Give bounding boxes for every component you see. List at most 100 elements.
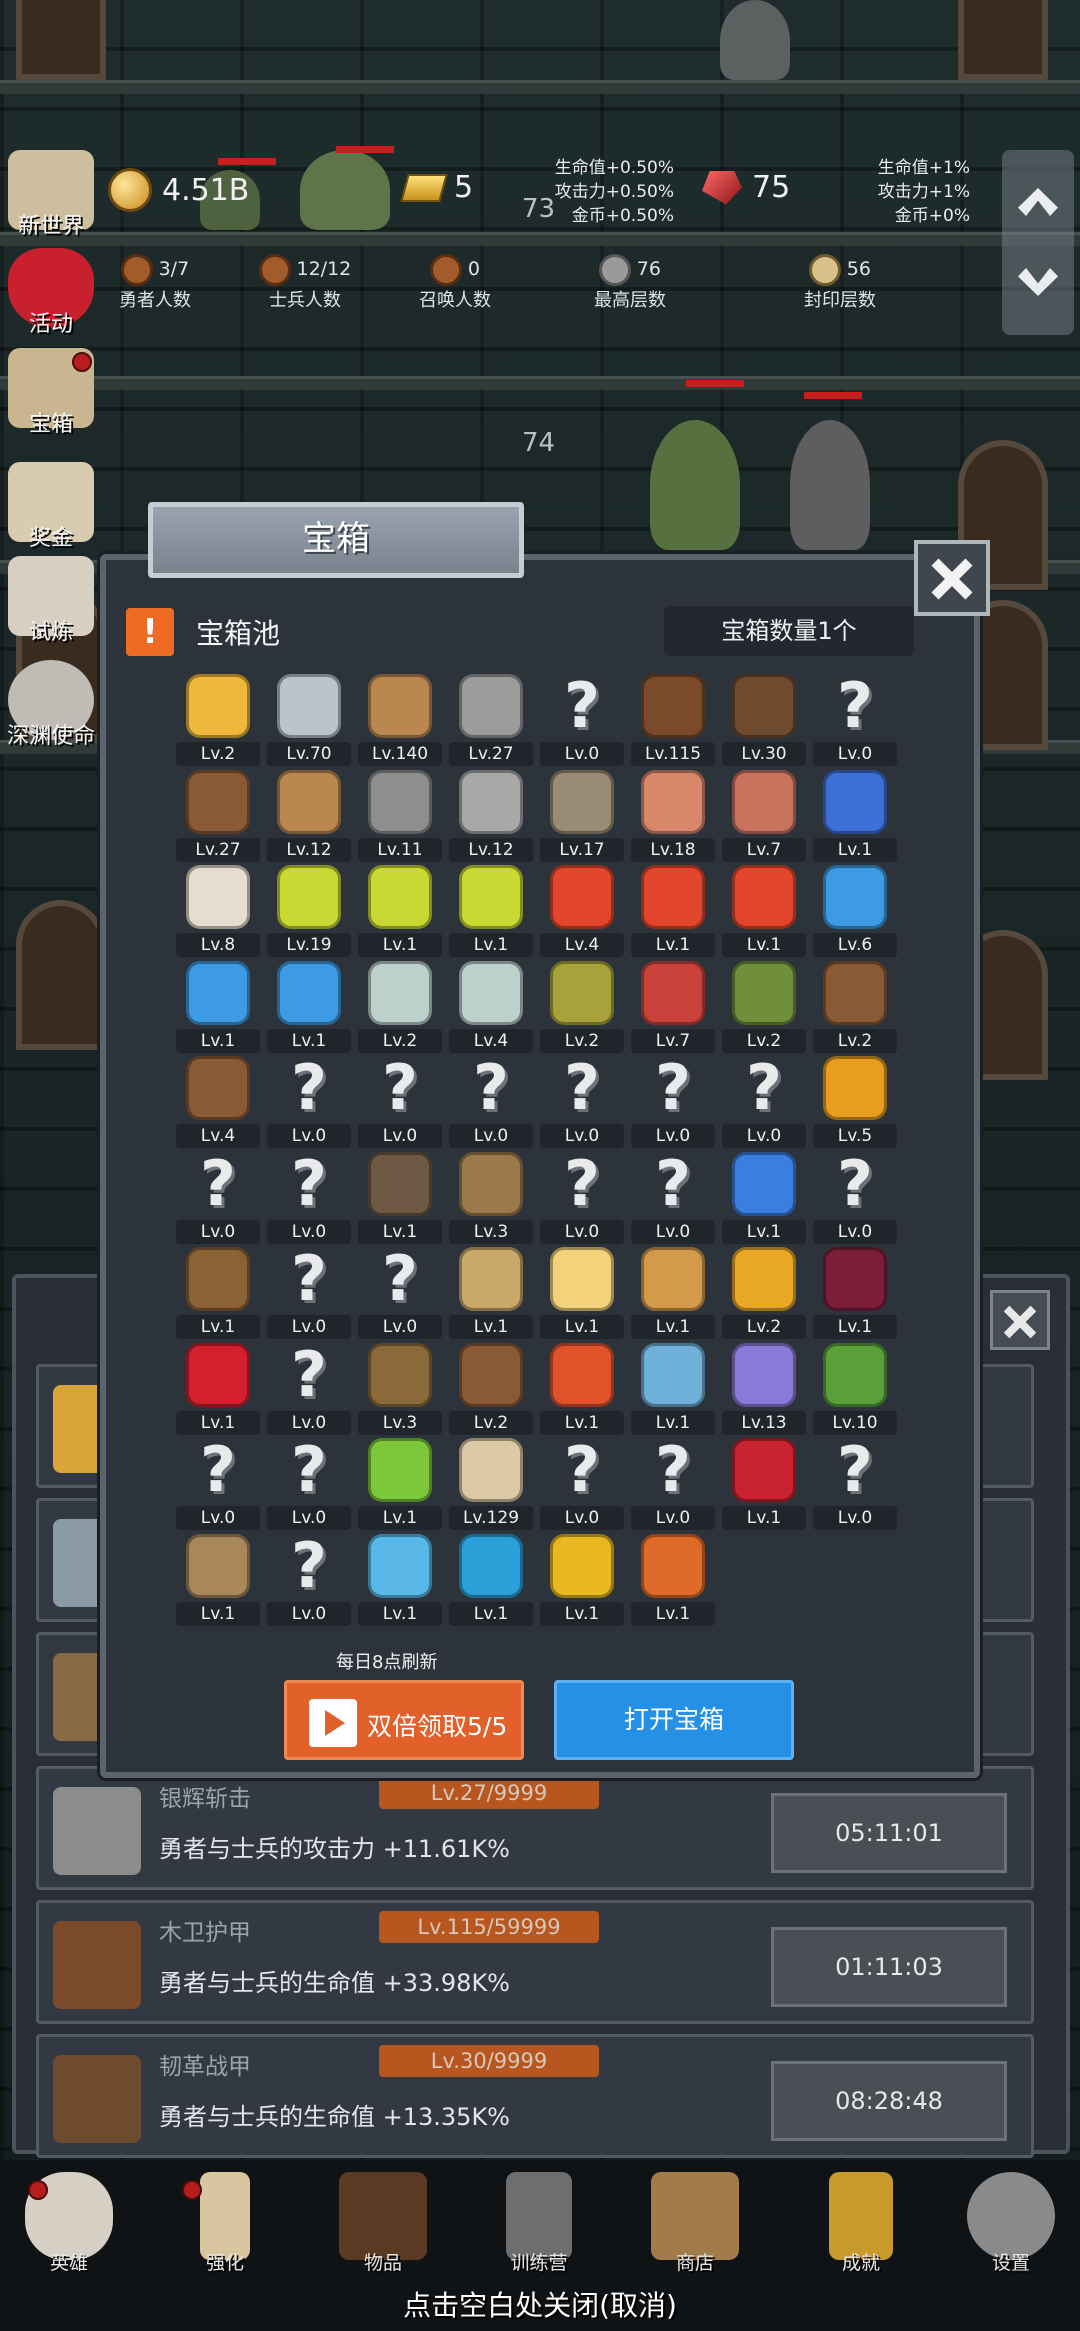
pool-item[interactable]: Lv.2	[176, 674, 260, 770]
pool-item[interactable]: ? Lv.0	[540, 1438, 624, 1534]
side-trial-button[interactable]: 试炼	[6, 556, 96, 668]
pool-item[interactable]: Lv.1	[176, 1247, 260, 1343]
pool-item[interactable]: Lv.1	[358, 1533, 442, 1630]
pool-item[interactable]: Lv.1	[267, 960, 351, 1057]
pool-item[interactable]: Lv.8	[176, 865, 260, 961]
row-timer-button[interactable]: 05:11:01	[771, 1793, 1007, 1873]
side-abyss-label: 深渊使命	[6, 724, 95, 749]
pool-item[interactable]: Lv.1	[176, 1342, 260, 1439]
pool-item[interactable]: Lv.1	[540, 1247, 624, 1343]
pool-item[interactable]: ? Lv.0	[631, 1438, 715, 1534]
pool-item[interactable]: ? Lv.0	[449, 1056, 533, 1152]
pool-item[interactable]: Lv.3	[358, 1342, 442, 1439]
pool-item[interactable]: Lv.2	[813, 960, 897, 1057]
pool-item[interactable]: ? Lv.0	[267, 1247, 351, 1343]
pool-item[interactable]: Lv.4	[540, 865, 624, 961]
pool-item[interactable]: Lv.2	[540, 960, 624, 1057]
open-chest-button[interactable]: 打开宝箱	[554, 1680, 794, 1760]
pool-item[interactable]: ? Lv.0	[267, 1056, 351, 1152]
pool-item[interactable]: ? Lv.0	[540, 674, 624, 770]
pool-item[interactable]: Lv.1	[631, 1247, 715, 1343]
pool-item[interactable]: Lv.2	[722, 1247, 806, 1343]
row-timer-button[interactable]: 08:28:48	[771, 2061, 1007, 2141]
pool-item[interactable]: ? Lv.0	[358, 1056, 442, 1152]
pool-item[interactable]: Lv.1	[176, 960, 260, 1057]
pool-item[interactable]: Lv.2	[358, 960, 442, 1057]
pool-item[interactable]: Lv.27	[449, 674, 533, 770]
pool-item[interactable]: Lv.2	[449, 1342, 533, 1439]
nav-shop-button[interactable]: 商店	[640, 2172, 750, 2287]
pool-item[interactable]: Lv.1	[722, 1438, 806, 1534]
pool-item[interactable]: Lv.140	[358, 674, 442, 770]
pool-item[interactable]: Lv.7	[722, 769, 806, 866]
nav-items-button[interactable]: 物品	[328, 2172, 438, 2287]
tap-to-close-hint[interactable]: 点击空白处关闭(取消)	[0, 2284, 1080, 2324]
scroll-down-button[interactable]	[1018, 268, 1058, 296]
pool-item[interactable]: Lv.30	[722, 674, 806, 770]
nav-settings-button[interactable]: 设置	[956, 2172, 1066, 2287]
side-new-world-button[interactable]: 新世界	[6, 150, 96, 262]
pool-item[interactable]: Lv.1	[631, 865, 715, 961]
pool-item[interactable]: Lv.6	[813, 865, 897, 961]
knight-enemy	[790, 420, 870, 550]
side-abyss-button[interactable]: 深渊使命	[6, 660, 96, 772]
pool-item[interactable]: Lv.1	[358, 1438, 442, 1534]
pool-item[interactable]: ? Lv.0	[540, 1151, 624, 1248]
pool-item[interactable]: Lv.1	[631, 1533, 715, 1630]
dialog-close-button[interactable]	[914, 540, 990, 616]
row-description: 勇者与士兵的攻击力 +11.61K%	[159, 1835, 510, 1863]
pool-item[interactable]: Lv.5	[813, 1056, 897, 1152]
pool-item[interactable]: Lv.1	[449, 1533, 533, 1630]
nav-achievement-button[interactable]: 成就	[806, 2172, 916, 2287]
pool-item[interactable]: Lv.1	[631, 1342, 715, 1439]
pool-item[interactable]: ? Lv.0	[722, 1056, 806, 1152]
pool-item[interactable]: ? Lv.0	[813, 1438, 897, 1534]
pool-item[interactable]: Lv.4	[176, 1056, 260, 1152]
pool-item[interactable]: Lv.12	[267, 769, 351, 866]
pool-item[interactable]: Lv.1	[540, 1342, 624, 1439]
pool-item[interactable]: ? Lv.0	[176, 1438, 260, 1534]
pool-item[interactable]: ? Lv.0	[176, 1151, 260, 1248]
pool-item[interactable]: ? Lv.0	[267, 1151, 351, 1248]
pool-item[interactable]: Lv.1	[176, 1533, 260, 1630]
pool-item[interactable]: Lv.19	[267, 865, 351, 961]
pool-item[interactable]: Lv.2	[722, 960, 806, 1057]
double-claim-button[interactable]: 双倍领取5/5	[284, 1680, 524, 1760]
nav-training-button[interactable]: 训练营	[484, 2172, 594, 2287]
pool-item[interactable]: Lv.10	[813, 1342, 897, 1439]
pool-item[interactable]: Lv.18	[631, 769, 715, 866]
pool-item[interactable]: ? Lv.0	[358, 1247, 442, 1343]
pool-item[interactable]: ? Lv.0	[267, 1438, 351, 1534]
pool-item[interactable]: Lv.13	[722, 1342, 806, 1439]
pool-item[interactable]: Lv.1	[358, 865, 442, 961]
pool-item[interactable]: Lv.4	[449, 960, 533, 1057]
pool-item[interactable]: Lv.27	[176, 769, 260, 866]
pool-item[interactable]: ? Lv.0	[813, 1151, 897, 1248]
pool-item[interactable]: ? Lv.0	[267, 1342, 351, 1439]
pool-item[interactable]: Lv.115	[631, 674, 715, 770]
pool-item[interactable]: Lv.1	[449, 865, 533, 961]
pool-item[interactable]: Lv.12	[449, 769, 533, 866]
pool-item[interactable]: ? Lv.0	[631, 1056, 715, 1152]
pool-item[interactable]: ? Lv.0	[631, 1151, 715, 1248]
pool-item[interactable]: Lv.1	[813, 1247, 897, 1343]
pool-item[interactable]: Lv.1	[358, 1151, 442, 1248]
pool-item[interactable]: Lv.1	[449, 1247, 533, 1343]
pool-item[interactable]: Lv.1	[813, 769, 897, 866]
scroll-up-button[interactable]	[1018, 188, 1058, 216]
pool-item[interactable]: Lv.7	[631, 960, 715, 1057]
pool-item[interactable]: Lv.17	[540, 769, 624, 866]
pool-item[interactable]: Lv.70	[267, 674, 351, 770]
list-close-button[interactable]	[990, 1290, 1050, 1350]
pool-item[interactable]: Lv.1	[722, 1151, 806, 1248]
pool-item[interactable]: ? Lv.0	[540, 1056, 624, 1152]
pool-item[interactable]: Lv.129	[449, 1438, 533, 1534]
row-timer-button[interactable]: 01:11:03	[771, 1927, 1007, 2007]
pool-item[interactable]: Lv.3	[449, 1151, 533, 1248]
pool-item[interactable]: ? Lv.0	[813, 674, 897, 770]
side-event-button[interactable]: 活动	[6, 248, 96, 360]
pool-item[interactable]: Lv.1	[722, 865, 806, 961]
pool-item[interactable]: Lv.1	[540, 1533, 624, 1630]
pool-item[interactable]: ? Lv.0	[267, 1533, 351, 1630]
pool-item[interactable]: Lv.11	[358, 769, 442, 866]
